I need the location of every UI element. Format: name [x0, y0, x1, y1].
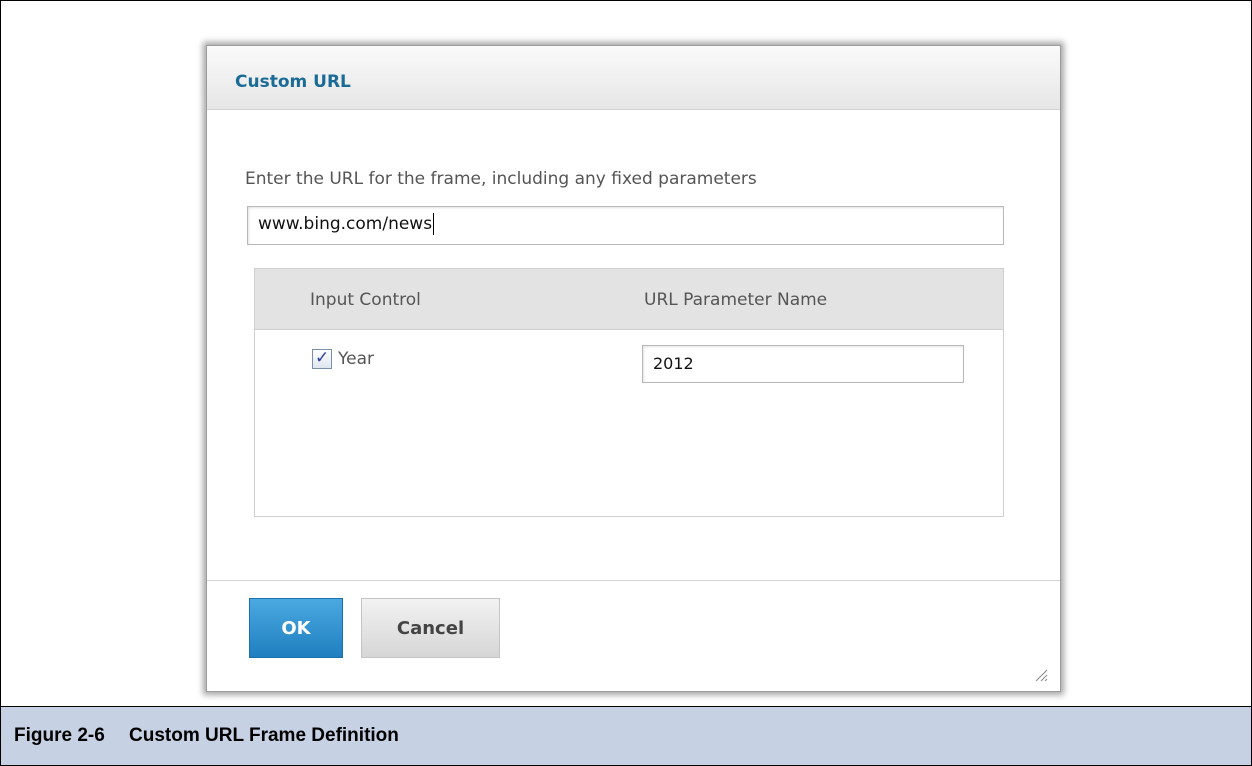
url-parameter-name-input[interactable]: 2012	[642, 345, 964, 383]
checkmark-icon: ✓	[315, 348, 330, 368]
year-checkbox[interactable]: ✓	[312, 348, 332, 369]
cancel-button[interactable]: Cancel	[361, 598, 500, 658]
column-header-url-parameter-name: URL Parameter Name	[644, 290, 828, 310]
table-header: Input Control URL Parameter Name	[255, 269, 1003, 330]
resize-grip-icon[interactable]	[1032, 666, 1048, 682]
text-caret	[433, 213, 435, 235]
dialog-header: Custom URL	[207, 46, 1060, 110]
column-header-input-control: Input Control	[310, 290, 421, 310]
figure-frame: Custom URL Enter the URL for the frame, …	[0, 0, 1252, 766]
year-label: Year	[338, 349, 374, 369]
url-input[interactable]: www.bing.com/news	[247, 206, 1004, 245]
url-input-value: www.bing.com/news	[258, 214, 433, 234]
figure-caption: Figure 2-6 Custom URL Frame Definition	[1, 706, 1251, 765]
figure-number: Figure 2-6	[14, 725, 105, 746]
ok-button[interactable]: OK	[249, 598, 343, 658]
figure-caption-text: Custom URL Frame Definition	[129, 725, 399, 746]
parameter-name-value: 2012	[653, 354, 694, 373]
figure-area: Custom URL Enter the URL for the frame, …	[1, 1, 1251, 705]
footer-divider	[207, 580, 1060, 581]
url-field-label: Enter the URL for the frame, including a…	[245, 169, 757, 189]
custom-url-dialog: Custom URL Enter the URL for the frame, …	[206, 45, 1061, 692]
dialog-title: Custom URL	[235, 72, 351, 92]
parameter-table: Input Control URL Parameter Name ✓ Year …	[254, 268, 1004, 517]
